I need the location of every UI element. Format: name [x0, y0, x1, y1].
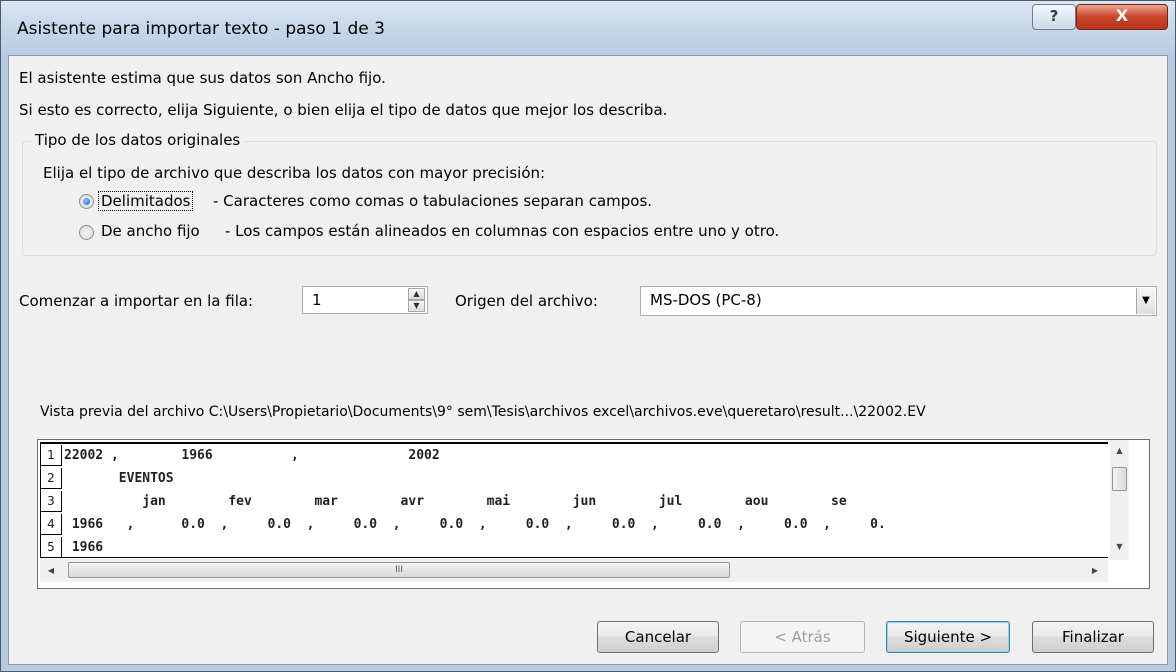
- horizontal-scroll-thumb[interactable]: III: [68, 562, 730, 578]
- vertical-scroll-thumb[interactable]: [1112, 467, 1127, 491]
- spin-up-icon[interactable]: ▲: [408, 288, 425, 300]
- row-number: 1: [41, 445, 62, 466]
- row-text: EVENTOS: [64, 471, 174, 486]
- preview-row: 1 22002 , 1966 , 2002: [41, 444, 1108, 467]
- preview-row: 3 jan fev mar avr mai jun jul aou se: [41, 490, 1108, 513]
- finish-button[interactable]: Finalizar: [1032, 621, 1154, 653]
- start-row-value[interactable]: 1: [312, 291, 322, 309]
- file-origin-value: MS-DOS (PC-8): [650, 291, 762, 309]
- scroll-down-icon[interactable]: ▼: [1110, 538, 1129, 556]
- preview-text-area[interactable]: 1 22002 , 1966 , 2002 2 EVENTOS 3 jan fev…: [40, 442, 1108, 558]
- next-button[interactable]: Siguiente >: [886, 621, 1010, 653]
- file-origin-label: Origen del archivo:: [455, 292, 598, 310]
- cancel-button[interactable]: Cancelar: [597, 621, 719, 653]
- vertical-scrollbar[interactable]: ▲ ▼: [1110, 440, 1129, 560]
- row-number: 3: [41, 491, 62, 512]
- row-text: 22002 , 1966 , 2002: [64, 448, 440, 463]
- preview-row: 2 EVENTOS: [41, 467, 1108, 490]
- delimited-radio[interactable]: [79, 194, 94, 209]
- intro-line-2: Si esto es correcto, elija Siguiente, o …: [19, 101, 668, 119]
- horizontal-scrollbar[interactable]: ◀ III ▶: [40, 559, 1108, 582]
- spin-down-icon[interactable]: ▼: [408, 300, 425, 312]
- data-type-instruction: Elija el tipo de archivo que describa lo…: [43, 164, 546, 182]
- row-number: 5: [41, 537, 62, 557]
- scroll-right-icon[interactable]: ▶: [1086, 559, 1104, 582]
- fixed-width-label[interactable]: De ancho fijo: [101, 222, 200, 240]
- preview-row: 4 1966 , 0.0 , 0.0 , 0.0 , 0.0 , 0.0 , 0…: [41, 513, 1108, 536]
- scroll-left-icon[interactable]: ◀: [42, 559, 60, 582]
- file-origin-dropdown[interactable]: MS-DOS (PC-8) ▼: [640, 286, 1157, 316]
- close-button[interactable]: X: [1076, 4, 1168, 30]
- scroll-up-icon[interactable]: ▲: [1110, 442, 1129, 460]
- delimited-label[interactable]: Delimitados: [98, 191, 194, 211]
- window-title: Asistente para importar texto - paso 1 d…: [17, 19, 385, 39]
- import-wizard-window: Asistente para importar texto - paso 1 d…: [0, 0, 1176, 672]
- file-preview[interactable]: 1 22002 , 1966 , 2002 2 EVENTOS 3 jan fev…: [37, 439, 1150, 589]
- start-row-spinner[interactable]: 1 ▲ ▼: [302, 286, 428, 314]
- row-number: 2: [41, 468, 62, 489]
- help-button[interactable]: ?: [1032, 4, 1076, 30]
- row-text: 1966 , 0.0 , 0.0 , 0.0 , 0.0 , 0.0 , 0.0…: [64, 517, 886, 532]
- fixed-width-description: - Los campos están alineados en columnas…: [225, 222, 780, 240]
- intro-line-1: El asistente estima que sus datos son An…: [19, 69, 386, 87]
- preview-label: Vista previa del archivo C:\Users\Propie…: [40, 404, 926, 420]
- row-text: 1966: [64, 540, 104, 555]
- chevron-down-icon[interactable]: ▼: [1136, 288, 1155, 314]
- start-row-label: Comenzar a importar en la fila:: [19, 292, 254, 310]
- data-type-legend: Tipo de los datos originales: [31, 131, 245, 149]
- dialog-body: El asistente estima que sus datos son An…: [8, 55, 1168, 665]
- row-number: 4: [41, 514, 62, 535]
- title-bar: Asistente para importar texto - paso 1 d…: [1, 1, 1175, 55]
- row-text: jan fev mar avr mai jun jul aou se: [64, 494, 847, 509]
- preview-row: 5 1966: [41, 536, 1108, 557]
- delimited-description: - Caracteres como comas o tabulaciones s…: [213, 192, 653, 210]
- fixed-width-radio[interactable]: [79, 225, 94, 240]
- spinner-buttons: ▲ ▼: [408, 288, 426, 312]
- back-button[interactable]: < Atrás: [740, 621, 865, 653]
